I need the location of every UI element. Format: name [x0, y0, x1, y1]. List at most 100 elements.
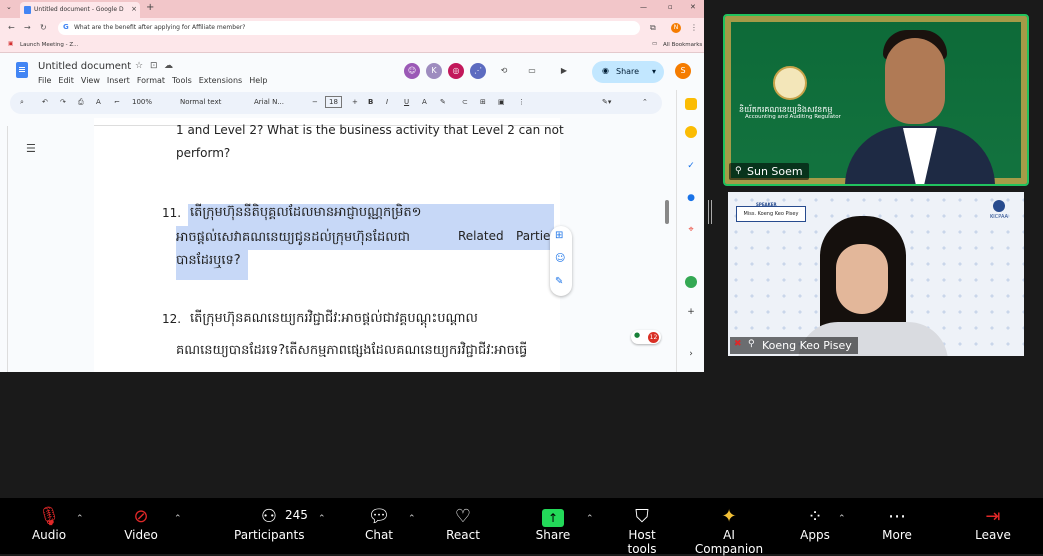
- video-options-chevron-icon[interactable]: ⌃: [174, 514, 182, 524]
- add-comment-icon[interactable]: ⊞: [480, 98, 486, 106]
- undo-icon[interactable]: ↶: [42, 98, 48, 106]
- browser-menu-icon[interactable]: ⋮: [690, 23, 698, 32]
- move-icon[interactable]: ⊡: [150, 61, 158, 71]
- menu-insert[interactable]: Insert: [107, 76, 130, 85]
- menu-view[interactable]: View: [81, 76, 100, 85]
- menu-format[interactable]: Format: [137, 76, 165, 85]
- history-icon[interactable]: ⟲: [496, 63, 512, 79]
- share-label: Share: [616, 67, 640, 76]
- chat-options-chevron-icon[interactable]: ⌃: [408, 514, 416, 524]
- video-tile-sun-soem[interactable]: និយ័តករគណនេយ្យនិងសវនកម្ម Accounting and …: [723, 14, 1029, 186]
- video-tile-koeng-keo-pisey[interactable]: Miss. Koeng Keo Pisey SPEAKER KICPAA ✖ ⚲…: [728, 192, 1024, 356]
- browser-tab[interactable]: Untitled document - Google D ×: [20, 2, 140, 18]
- tasks-icon[interactable]: ✓: [685, 160, 697, 172]
- decrease-font-icon[interactable]: −: [312, 98, 318, 106]
- leave-button[interactable]: ⇥ Leave: [970, 498, 1016, 554]
- apps-button[interactable]: ⁘ Apps: [792, 498, 838, 554]
- text-color-icon[interactable]: A: [422, 98, 427, 106]
- menu-help[interactable]: Help: [249, 76, 267, 85]
- react-button[interactable]: ♡ React: [440, 498, 486, 554]
- apps-options-chevron-icon[interactable]: ⌃: [838, 514, 846, 524]
- paint-format-icon[interactable]: ⌐: [114, 98, 120, 106]
- bold-icon[interactable]: B: [368, 98, 373, 106]
- document-page[interactable]: 1 and Level 2? What is the business acti…: [94, 123, 564, 372]
- redo-icon[interactable]: ↷: [60, 98, 66, 106]
- new-tab-icon[interactable]: +: [146, 2, 154, 13]
- chat-button[interactable]: 💬︎ Chat: [356, 498, 402, 554]
- participants-button[interactable]: ⚇ Participants: [234, 498, 305, 554]
- keep-icon[interactable]: [685, 126, 697, 138]
- extensions-icon[interactable]: ⧉: [650, 23, 656, 33]
- audio-button[interactable]: 🎙︎ Audio: [24, 498, 74, 554]
- more-options-icon[interactable]: ⋮: [518, 98, 525, 106]
- font-select[interactable]: Arial N...: [254, 98, 284, 106]
- bookmark-launch-meeting[interactable]: Launch Meeting - Z...: [20, 42, 78, 48]
- expand-panel-icon[interactable]: ›: [685, 348, 697, 360]
- star-icon[interactable]: ☆: [135, 61, 143, 71]
- collapse-toolbar-icon[interactable]: ⌃: [642, 98, 648, 106]
- host-tools-button[interactable]: ⛉ Host tools: [612, 498, 672, 556]
- collaborator-avatar-g[interactable]: ◎: [448, 63, 464, 79]
- video-button[interactable]: ⊘ Video: [116, 498, 166, 554]
- close-tab-icon[interactable]: ×: [131, 5, 137, 13]
- scrollbar-thumb[interactable]: [665, 200, 669, 224]
- reload-icon[interactable]: ↻: [40, 23, 47, 32]
- increase-font-icon[interactable]: +: [352, 98, 358, 106]
- get-addons-icon[interactable]: +: [685, 306, 697, 318]
- insert-image-icon[interactable]: ▣: [498, 98, 505, 106]
- contacts-icon[interactable]: ●: [685, 192, 697, 204]
- back-icon[interactable]: ←: [8, 23, 15, 32]
- comments-icon[interactable]: ▭: [524, 63, 540, 79]
- underline-icon[interactable]: U: [404, 98, 409, 106]
- spellcheck-icon[interactable]: A: [96, 98, 101, 106]
- zoom-select[interactable]: 100%: [132, 98, 152, 106]
- add-comment-icon[interactable]: ⊞: [555, 230, 563, 241]
- menu-extensions[interactable]: Extensions: [199, 76, 242, 85]
- profile-avatar[interactable]: N: [671, 23, 681, 33]
- share-screen-button[interactable]: ↑ Share: [530, 498, 576, 554]
- close-window-icon[interactable]: ✕: [690, 3, 696, 11]
- doc-line: អាចផ្តល់សេវាគណនេយ្យជូនដល់ក្រុមហ៊ុនដែលជា: [176, 230, 411, 245]
- vertical-ruler[interactable]: [0, 126, 8, 372]
- highlight-icon[interactable]: ✎: [440, 98, 446, 106]
- all-bookmarks[interactable]: All Bookmarks: [663, 42, 702, 48]
- share-options-chevron-icon[interactable]: ⌃: [586, 514, 594, 524]
- maps-icon[interactable]: ⌖: [685, 224, 697, 236]
- collaborator-avatar-more[interactable]: ⋰: [470, 63, 486, 79]
- comment-count-badge[interactable]: ● 12: [631, 330, 661, 344]
- meet-icon[interactable]: ▶: [556, 63, 572, 79]
- menu-file[interactable]: File: [38, 76, 51, 85]
- collaborator-avatar-icon[interactable]: ☺: [404, 63, 420, 79]
- more-button[interactable]: ⋯ More: [874, 498, 920, 554]
- calendar-icon[interactable]: [685, 98, 697, 110]
- style-select[interactable]: Normal text: [180, 98, 221, 106]
- document-outline-icon[interactable]: ☰: [26, 142, 36, 155]
- maximize-icon[interactable]: ▫: [668, 3, 673, 11]
- link-icon[interactable]: ⊂: [462, 98, 468, 106]
- docs-logo-icon[interactable]: [16, 62, 28, 78]
- participants-options-chevron-icon[interactable]: ⌃: [318, 514, 326, 524]
- font-size-input[interactable]: 18: [325, 96, 342, 108]
- minimize-icon[interactable]: —: [640, 3, 647, 11]
- forward-icon[interactable]: →: [24, 23, 31, 32]
- zoom-bookmark-icon: ▣: [8, 41, 14, 47]
- search-menus-icon[interactable]: ⌕: [20, 98, 24, 107]
- document-title[interactable]: Untitled document: [38, 61, 131, 72]
- user-avatar[interactable]: S: [675, 63, 691, 79]
- panel-resize-handle[interactable]: [708, 200, 712, 224]
- tab-search-icon[interactable]: ⌄: [6, 3, 12, 11]
- emoji-reaction-icon[interactable]: ☺: [555, 253, 565, 264]
- italic-icon[interactable]: I: [386, 98, 388, 106]
- addon-icon[interactable]: [685, 276, 697, 288]
- menu-edit[interactable]: Edit: [58, 76, 74, 85]
- leave-label: Leave: [975, 528, 1011, 542]
- menu-tools[interactable]: Tools: [172, 76, 192, 85]
- editing-mode-icon[interactable]: ✎▾: [602, 98, 611, 106]
- address-bar[interactable]: G What are the benefit after applying fo…: [58, 21, 640, 35]
- audio-options-chevron-icon[interactable]: ⌃: [76, 514, 84, 524]
- share-button[interactable]: Share ▾: [592, 61, 664, 83]
- ai-companion-button[interactable]: ✦ AI Companion: [688, 498, 770, 556]
- print-icon[interactable]: ⎙: [78, 98, 84, 107]
- suggest-edit-icon[interactable]: ✎: [555, 276, 563, 287]
- collaborator-avatar-k[interactable]: K: [426, 63, 442, 79]
